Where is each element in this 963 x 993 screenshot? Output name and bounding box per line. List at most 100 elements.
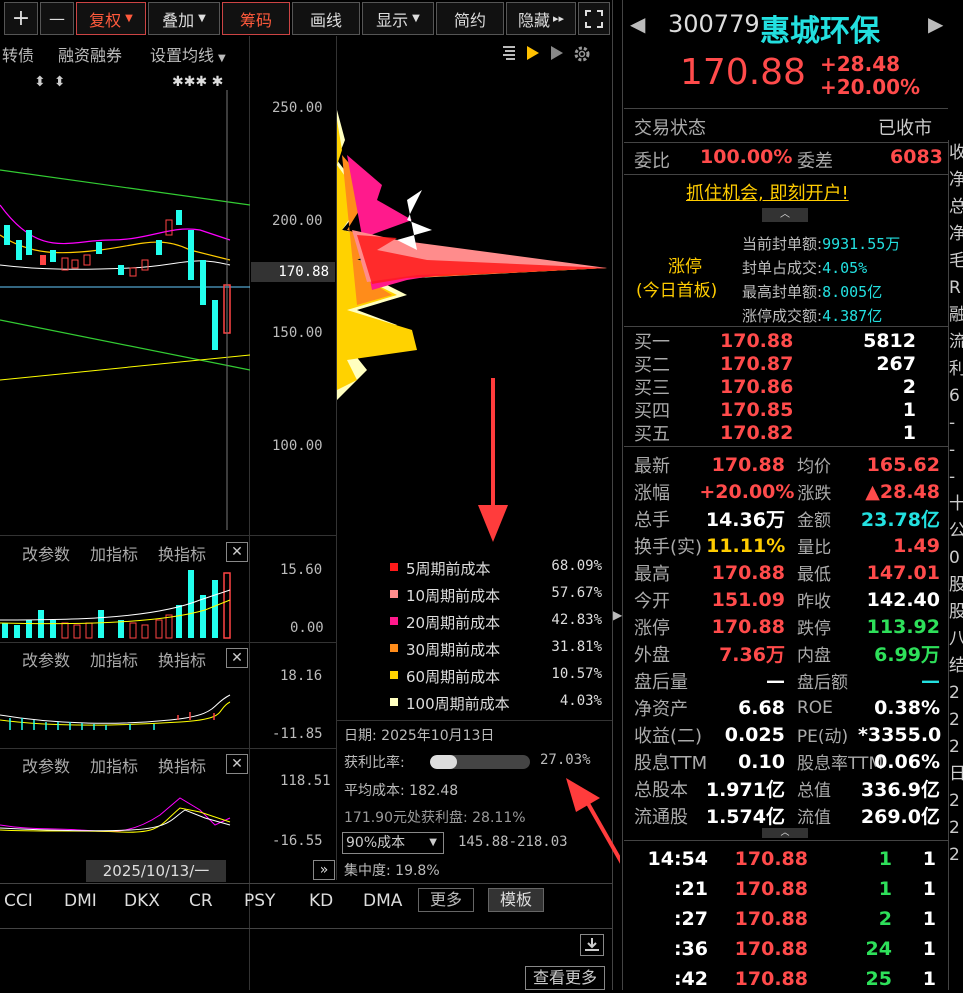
quote-label: 金额 [796,511,831,531]
collapse-panel-handle[interactable]: ▶ [613,598,622,632]
bid-row[interactable]: 买一 170.88 5812 [634,329,940,353]
volume-chart[interactable] [0,565,250,640]
profit-value: 27.03% [540,752,591,768]
flag-yellow-icon[interactable] [524,44,542,62]
panel3-add[interactable]: 加指标 [90,753,138,777]
collapse-up-button[interactable]: ︿ [762,208,808,222]
list-icon[interactable] [500,44,518,62]
quote-row: 最新 170.88 均价 165.62 [634,451,940,478]
current-price-tag: 170.88 [251,262,335,282]
chouma-button[interactable]: 筹码 [222,2,290,35]
bid-price: 170.86 [720,375,794,398]
flag-gray-icon[interactable] [548,44,566,62]
panel1-close-icon[interactable]: ✕ [226,542,248,562]
edge-char: 流 [949,329,963,356]
divider [624,840,948,841]
gear-icon[interactable] [572,44,592,64]
quote-label: 总值 [796,781,831,801]
tab-cci[interactable]: CCI [4,891,33,911]
kdj-chart[interactable] [0,780,250,855]
tick-time: 14:54 [647,848,708,870]
xianshi-dropdown[interactable]: 显示 ▼ [362,2,434,35]
quote-label: 昨收 [796,592,831,612]
more-indicators-button[interactable]: 更多 [418,888,474,912]
tick-row: :27 170.88 2 1 [634,905,940,933]
tick-volume: 24 [865,938,892,960]
panel1-params[interactable]: 改参数 [22,541,70,565]
panel1-add[interactable]: 加指标 [90,541,138,565]
panel2-params[interactable]: 改参数 [22,647,70,671]
yincang-label: 隐藏 [517,10,550,30]
bid-volume: 2 [902,375,916,398]
quote-value: — [921,669,940,692]
chevron-down-icon: ▼ [198,13,206,24]
template-button[interactable]: 模板 [488,888,544,912]
quote-value: 6.99万 [874,644,940,666]
stock-name: 惠城环保 [760,14,880,49]
stock-code: 300779 [668,10,760,38]
download-icon[interactable] [580,934,604,956]
panel1-swap[interactable]: 换指标 [158,541,206,565]
ma-setting-dropdown[interactable]: 设置均线 ▼ [150,42,226,66]
panel3-params[interactable]: 改参数 [22,753,70,777]
quote-row: 外盘 7.36万 内盘 6.99万 [634,640,940,667]
edge-char: 股 [949,572,963,599]
crosshair-button[interactable]: + [4,2,38,35]
panel2-add[interactable]: 加指标 [90,647,138,671]
edge-char: 结 [949,653,963,680]
right-edge-panel: 收净总净毛R融流利 6 - - - 十公 0 股股八结 2 2 2 日 2 2 2 [948,140,963,990]
quote-label: ROE [796,697,833,718]
huaxian-button[interactable]: 画线 [292,2,360,35]
panel2-close-icon[interactable]: ✕ [226,648,248,668]
kline-chart[interactable] [0,90,250,530]
zhuanzhai-link[interactable]: 转债 [2,42,34,66]
divider [0,535,336,536]
rzrq-link[interactable]: 融资融券 [58,42,122,66]
limit-info: 当前封单额:9931.55万 封单占成交:4.05% 最高封单额:8.005亿 … [742,235,901,325]
tab-dma[interactable]: DMA [363,891,402,911]
quote-value: 170.88 [711,615,785,638]
candle [40,255,46,265]
tab-dkx[interactable]: DKX [124,891,160,911]
tab-cr[interactable]: CR [189,891,213,911]
weicha-label: 委差 [797,151,833,172]
quote-row: 股息TTM 0.10 股息率TTM 0.06% [634,748,940,775]
tab-psy[interactable]: PSY [244,891,275,911]
tab-kd[interactable]: KD [309,891,333,911]
quote-label: 涨幅 [634,482,670,504]
collapse-down-button[interactable]: ︿ [762,828,808,838]
edge-char: 公 [949,518,963,545]
zoom-out-button[interactable]: — [40,2,74,35]
scroll-right-button[interactable]: » [313,860,335,880]
quote-value: 113.92 [866,615,940,638]
jianyue-button[interactable]: 简约 [436,2,504,35]
fuquan-dropdown[interactable]: 复权 ▼ [76,2,146,35]
yincang-button[interactable]: 隐藏 ▸▸ [506,2,576,35]
diejia-dropdown[interactable]: 叠加 ▼ [148,2,220,35]
panel3-close-icon[interactable]: ✕ [226,754,248,774]
panel3-swap[interactable]: 换指标 [158,753,206,777]
panel2-swap[interactable]: 换指标 [158,647,206,671]
bid-row[interactable]: 买二 170.87 267 [634,352,940,376]
quote-label: 最低 [796,565,831,585]
expand-icon [585,9,603,28]
bid-row[interactable]: 买五 170.82 1 [634,421,940,445]
open-account-ad[interactable]: 抓住机会, 即刻开户! [686,179,849,205]
look-more-button[interactable]: 查看更多 [525,966,605,990]
bid-row[interactable]: 买三 170.86 2 [634,375,940,399]
tab-dmi[interactable]: DMI [64,891,97,911]
quote-value: 151.09 [711,588,785,611]
divider [624,142,948,143]
macd-chart[interactable] [0,680,250,740]
profit-bar [430,755,530,769]
quote-label: 换手(实) [634,536,703,558]
edge-char: 净 [949,221,963,248]
fullscreen-button[interactable] [578,2,610,35]
next-stock-button[interactable]: ▶ [928,12,943,36]
prev-stock-button[interactable]: ◀ [630,12,645,36]
edge-char: 2 [949,683,960,703]
bid-price: 170.87 [720,352,794,375]
bid-row[interactable]: 买四 170.85 1 [634,398,940,422]
tick-row: :21 170.88 1 1 [634,875,940,903]
tick-price: 170.88 [734,938,808,960]
